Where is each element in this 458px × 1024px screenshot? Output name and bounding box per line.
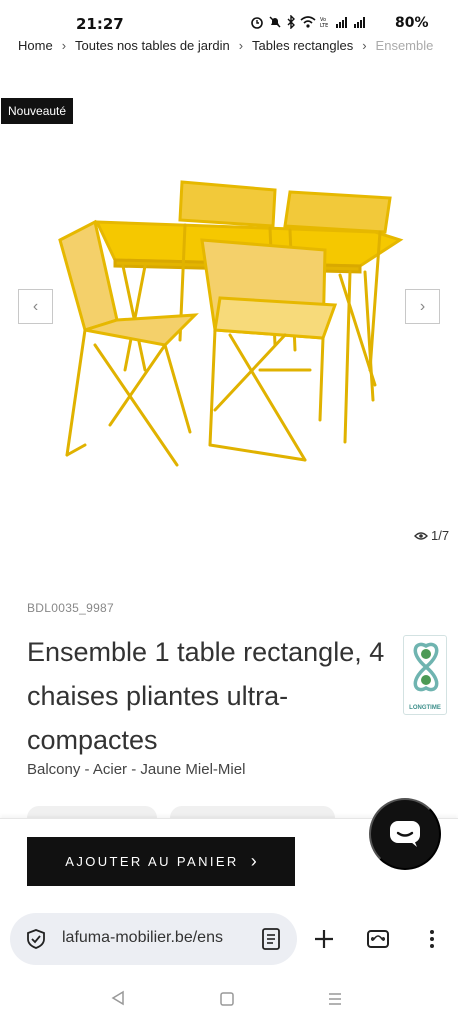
bluetooth-icon: [287, 15, 295, 29]
product-title: Ensemble 1 table rectangle, 4 chaises pl…: [27, 637, 385, 755]
infinity-icon: [413, 642, 439, 692]
chevron-right-icon: ›: [419, 297, 426, 315]
chevron-left-icon: ‹: [32, 297, 39, 315]
shield-check-icon[interactable]: [25, 928, 47, 950]
previous-image-button[interactable]: ‹: [18, 289, 53, 324]
chevron-right-icon: ›: [238, 38, 244, 53]
add-to-cart-label: AJOUTER AU PANIER: [65, 854, 239, 869]
battery-level: 80%: [395, 15, 429, 31]
back-icon[interactable]: [110, 990, 126, 1006]
reader-mode-icon[interactable]: [261, 927, 281, 951]
status-bar: 21:27 Vo LTE 80%: [0, 0, 458, 40]
home-icon[interactable]: [219, 991, 235, 1007]
status-icons: Vo LTE: [250, 15, 370, 29]
chat-button[interactable]: [369, 798, 441, 870]
status-time: 21:27: [76, 15, 124, 33]
url-fade: [222, 925, 244, 953]
volte-icon: VoLTE: [320, 17, 328, 29]
alarm-icon: [251, 17, 263, 29]
breadcrumb: Home › Toutes nos tables de jardin › Tables …: [18, 38, 458, 56]
product-subtitle: Balcony - Acier - Jaune Miel-Miel: [27, 761, 246, 778]
breadcrumb-home[interactable]: Home: [18, 38, 53, 53]
chat-icon: [390, 821, 420, 847]
chevron-right-icon: ›: [250, 851, 257, 871]
longtime-text: LONGTIME: [409, 705, 441, 711]
image-counter: 1/7: [414, 528, 449, 543]
tabs-icon[interactable]: [366, 928, 390, 950]
signal-icon: [336, 17, 365, 28]
more-options-icon[interactable]: [425, 928, 439, 950]
image-counter-text: 1/7: [431, 528, 450, 543]
mute-icon: [269, 16, 281, 28]
wifi-icon: [300, 16, 316, 28]
longtime-label: LONGTIME: [403, 635, 447, 715]
eye-icon: [414, 531, 428, 540]
new-tab-icon[interactable]: [313, 928, 335, 950]
svg-text:LTE: LTE: [320, 23, 328, 29]
breadcrumb-garden-tables[interactable]: Toutes nos tables de jardin: [75, 38, 230, 53]
url-text[interactable]: lafuma-mobilier.be/ens: [62, 929, 242, 947]
recent-apps-icon[interactable]: [327, 991, 343, 1007]
chevron-right-icon: ›: [61, 38, 67, 53]
breadcrumb-rectangle-tables[interactable]: Tables rectangles: [252, 38, 353, 53]
new-badge: Nouveauté: [1, 98, 74, 124]
product-sku: BDL0035_9987: [27, 601, 115, 615]
add-to-cart-button[interactable]: AJOUTER AU PANIER ›: [27, 837, 295, 886]
next-image-button[interactable]: ›: [405, 289, 440, 324]
product-image[interactable]: [55, 170, 405, 480]
chevron-right-icon: ›: [362, 38, 367, 53]
breadcrumb-current: Ensemble: [375, 38, 434, 53]
